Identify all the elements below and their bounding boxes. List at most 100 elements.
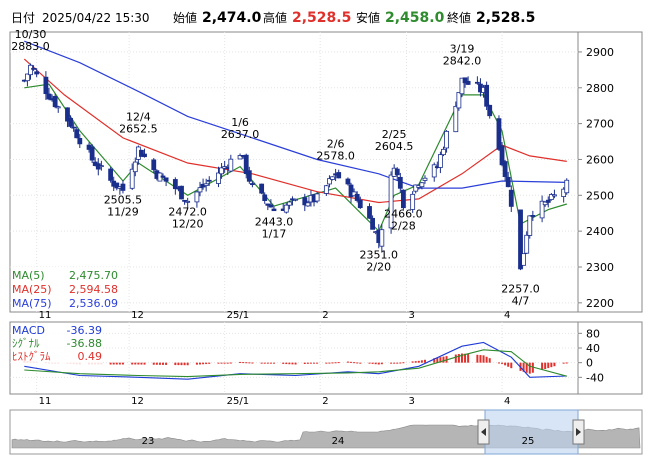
candle-body — [52, 96, 58, 108]
histogram-bar — [242, 362, 245, 364]
histogram-bar — [260, 362, 263, 364]
ma-legend-value: 2,594.58 — [69, 283, 118, 296]
candle-body — [394, 168, 400, 176]
histogram-bar — [205, 362, 208, 365]
histogram-bar — [399, 362, 402, 364]
high-label: 高値 — [263, 10, 287, 25]
candle-body — [444, 130, 449, 149]
histogram-bar — [202, 362, 205, 365]
price-tick-label: 2400 — [586, 225, 614, 238]
navigator-right-handle[interactable] — [572, 419, 585, 445]
ma-legend-value: 2,475.70 — [69, 269, 118, 282]
histogram-bar — [337, 362, 340, 364]
histogram-bar — [356, 362, 359, 364]
candle-body — [28, 64, 33, 76]
navigator-year-label: 24 — [332, 436, 345, 447]
close-label: 終値 — [447, 10, 471, 25]
x-tick-label: 3 — [408, 396, 414, 407]
price-tick-label: 2700 — [586, 118, 614, 131]
candle-body — [179, 185, 184, 200]
histogram-bar — [174, 362, 177, 366]
histogram-bar — [288, 362, 291, 365]
histogram-bar — [485, 356, 488, 363]
histogram-bar — [177, 362, 180, 366]
x-tick-label: 11 — [39, 396, 52, 407]
candle-body — [441, 148, 446, 156]
annotation-line2: 12/20 — [172, 217, 204, 230]
candle-body — [505, 176, 511, 188]
candle-body — [120, 183, 126, 191]
histogram-bar — [476, 354, 479, 363]
navigator-selection[interactable] — [484, 409, 579, 455]
candle-body — [89, 146, 95, 161]
candle-body — [271, 208, 277, 212]
histogram-bar — [442, 356, 445, 363]
histogram-bar — [368, 362, 371, 364]
histogram-bar — [199, 362, 201, 365]
histogram-bar — [377, 362, 380, 365]
candle-body — [305, 202, 311, 207]
x-tick-label: 3 — [408, 310, 414, 321]
histogram-bar — [350, 361, 353, 363]
candle-body — [419, 182, 425, 188]
histogram-bar — [220, 362, 223, 364]
candle-body — [142, 153, 147, 158]
candle-body — [465, 80, 471, 85]
macd-x-axis: 11 12 25/1 2 3 4 — [39, 396, 511, 407]
candle-body — [293, 198, 298, 201]
candle-body — [336, 172, 342, 179]
macd-panel-frame — [9, 321, 643, 395]
x-tick-label: 25/1 — [227, 396, 249, 407]
candle-body — [31, 67, 36, 70]
ma-legend-name: MA(5) — [12, 269, 45, 282]
histogram-bar — [285, 362, 288, 365]
histogram-bar — [316, 362, 319, 364]
histogram-bar — [510, 362, 513, 369]
candle-body — [34, 71, 40, 75]
annotation-line2: 1/17 — [262, 228, 287, 241]
annotation-line2: 2578.0 — [316, 149, 355, 162]
x-tick-label: 2 — [322, 396, 328, 407]
histogram-bar — [331, 362, 334, 364]
candle-body — [151, 159, 157, 171]
histogram-bar — [411, 361, 414, 363]
annotation-line2: 4/7 — [512, 294, 530, 307]
candle-body — [487, 104, 493, 117]
x-tick-label: 12 — [131, 396, 144, 407]
candle-body — [216, 172, 221, 184]
candle-body — [530, 215, 536, 217]
histogram-bar — [353, 362, 356, 364]
candle-body — [194, 191, 200, 203]
candle-body — [508, 189, 514, 207]
histogram-bar — [294, 362, 297, 365]
range-navigator[interactable]: 23 24 25 — [9, 409, 643, 455]
macd-legend-name: ﾋｽﾄｸﾞﾗﾑ — [12, 350, 51, 363]
histogram-bar — [131, 362, 134, 365]
candle-body — [357, 199, 363, 209]
candle-body — [160, 175, 166, 178]
navigator-left-handle[interactable] — [477, 419, 490, 445]
candle-body — [55, 106, 61, 109]
ma-legend-value: 2,536.09 — [69, 297, 118, 310]
candle-body — [249, 183, 255, 185]
histogram-bar — [180, 362, 183, 366]
candle-body — [228, 158, 234, 172]
candle-body — [219, 167, 224, 175]
histogram-bar — [134, 362, 137, 365]
candle-body — [68, 117, 73, 127]
candle-body — [323, 185, 329, 194]
low-value: 2,458.0 — [385, 10, 445, 26]
histogram-bar — [239, 361, 242, 363]
candle-body — [197, 187, 203, 193]
annotation-line2: 2842.0 — [443, 55, 482, 68]
histogram-bar — [223, 362, 226, 364]
histogram-bar — [162, 362, 165, 365]
histogram-bar — [291, 362, 294, 365]
histogram-bar — [263, 362, 266, 364]
candle-body — [564, 179, 570, 194]
histogram-bar — [309, 362, 312, 364]
candle-body — [502, 161, 508, 177]
annotation-line2: 2/20 — [366, 261, 391, 274]
price-tick-label: 2900 — [586, 46, 614, 59]
histogram-bar — [115, 362, 118, 365]
